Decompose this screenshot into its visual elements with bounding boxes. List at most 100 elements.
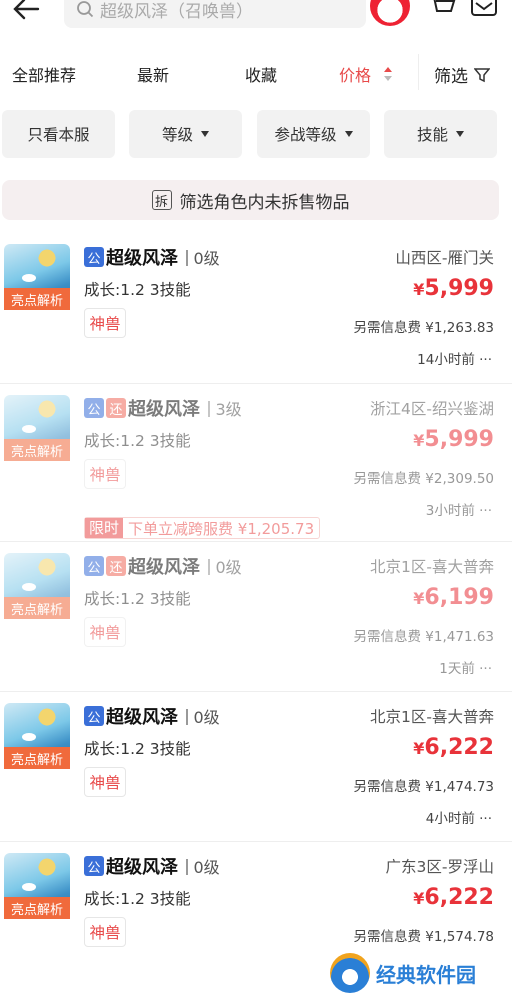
- filter-label: 筛选: [434, 67, 468, 87]
- chip-label: 等级: [161, 126, 193, 144]
- item-price: ¥6,222: [413, 885, 494, 910]
- beast-tag: 神兽: [84, 767, 126, 797]
- promo-badge: 限时 下单立减跨服费 ¥1,205.73: [84, 517, 321, 539]
- promo-tag: 限时: [85, 518, 124, 538]
- filter-button[interactable]: 筛选: [434, 62, 490, 87]
- highlight-badge[interactable]: 亮点解析: [4, 288, 70, 310]
- official-tag: 公: [84, 247, 104, 267]
- chip-label: 只看本服: [27, 126, 90, 144]
- item-growth: 成长:1.2 3技能: [84, 281, 191, 299]
- official-tag: 公: [84, 556, 104, 576]
- info-fee: 另需信息费 ¥1,574.78: [353, 929, 495, 945]
- item-level: 0级: [186, 854, 220, 878]
- row-divider: [0, 841, 512, 842]
- beast-tag: 神兽: [84, 617, 126, 647]
- chip-battle-level[interactable]: 参战等级: [257, 110, 370, 158]
- item-region: 浙江4区-绍兴鉴湖: [370, 400, 494, 418]
- top-bar: 超级风泽（召唤兽）: [0, 0, 512, 38]
- list-item[interactable]: 亮点解析 公还超级风泽 3级 成长:1.2 3技能神兽 浙江4区-绍兴鉴湖 ¥5,999 另…: [0, 395, 512, 545]
- item-time: 1天前 ···: [439, 661, 492, 677]
- item-title: 超级风泽: [128, 557, 200, 578]
- item-region: 山西区-雁门关: [395, 249, 494, 267]
- item-level: 0级: [186, 245, 220, 269]
- item-level: 3级: [208, 396, 242, 420]
- dropdown-icon: [344, 131, 353, 137]
- item-growth: 成长:1.2 3技能: [84, 432, 191, 450]
- item-price: ¥6,222: [413, 735, 494, 760]
- info-fee: 另需信息费 ¥2,309.50: [353, 471, 495, 487]
- message-icon[interactable]: [470, 0, 498, 20]
- filter-chips: 只看本服 等级 参战等级 技能: [0, 110, 512, 158]
- search-bar[interactable]: 超级风泽（召唤兽）: [64, 0, 366, 28]
- chip-label: 技能: [416, 126, 448, 144]
- watermark-text: 经典软件园: [376, 962, 476, 987]
- price-value: 5,999: [424, 427, 494, 452]
- item-growth: 成长:1.2 3技能: [84, 890, 191, 908]
- highlight-badge[interactable]: 亮点解析: [4, 747, 70, 769]
- row-divider: [0, 691, 512, 692]
- search-placeholder: 超级风泽（召唤兽）: [100, 1, 253, 22]
- sort-arrows-icon: [384, 67, 392, 81]
- item-time: 3小时前 ···: [425, 503, 492, 519]
- back-arrow-icon[interactable]: [10, 0, 44, 26]
- tab-price[interactable]: 价格: [339, 62, 371, 86]
- highlight-badge[interactable]: 亮点解析: [4, 897, 70, 919]
- item-level: 0级: [186, 704, 220, 728]
- dropdown-icon: [456, 131, 464, 137]
- price-value: 6,199: [424, 585, 494, 610]
- avatar[interactable]: [370, 0, 410, 26]
- search-icon: [77, 1, 94, 18]
- highlight-badge[interactable]: 亮点解析: [4, 597, 70, 619]
- item-level: 0级: [208, 554, 242, 578]
- filter-icon: [474, 67, 490, 82]
- info-fee: 另需信息费 ¥1,474.73: [353, 779, 495, 795]
- info-fee: 另需信息费 ¥1,471.63: [353, 629, 495, 645]
- item-price: ¥6,199: [413, 585, 494, 610]
- beast-tag: 神兽: [84, 917, 126, 947]
- promo-text: 下单立减跨服费 ¥1,205.73: [128, 519, 315, 538]
- split-icon: 拆: [151, 190, 172, 210]
- highlight-badge[interactable]: 亮点解析: [4, 439, 70, 461]
- bargain-tag: 还: [106, 398, 126, 418]
- price-value: 6,222: [424, 885, 494, 910]
- item-time: 4小时前 ···: [425, 811, 492, 827]
- watermark: 经典软件园: [330, 952, 510, 994]
- watermark-logo-icon: [330, 953, 370, 993]
- info-fee: 另需信息费 ¥1,263.83: [353, 320, 495, 336]
- tab-newest[interactable]: 最新: [137, 62, 169, 86]
- item-region: 广东3区-罗浮山: [385, 858, 494, 876]
- item-region: 北京1区-喜大普奔: [370, 708, 494, 726]
- item-title: 超级风泽: [106, 707, 178, 728]
- chip-label: 参战等级: [274, 126, 337, 144]
- dropdown-icon: [201, 131, 209, 137]
- unsplit-items-banner[interactable]: 拆 筛选角色内未拆售物品: [2, 180, 499, 220]
- official-tag: 公: [84, 398, 104, 418]
- item-growth: 成长:1.2 3技能: [84, 740, 191, 758]
- item-price: ¥5,999: [413, 276, 494, 301]
- beast-tag: 神兽: [84, 308, 126, 338]
- price-value: 5,999: [424, 276, 494, 301]
- cart-icon[interactable]: [428, 0, 456, 20]
- row-divider: [0, 383, 512, 384]
- bargain-tag: 还: [106, 556, 126, 576]
- price-value: 6,222: [424, 735, 494, 760]
- item-region: 北京1区-喜大普奔: [370, 558, 494, 576]
- list-item[interactable]: 亮点解析 公超级风泽 0级成长:1.2 3技能神兽 山西区-雁门关 ¥5,999 另需信息…: [0, 244, 512, 394]
- item-title: 超级风泽: [106, 857, 178, 878]
- item-price: ¥5,999: [413, 427, 494, 452]
- chip-this-server[interactable]: 只看本服: [2, 110, 115, 158]
- item-title: 超级风泽: [106, 248, 178, 269]
- row-divider: [0, 541, 512, 542]
- divider: [418, 54, 419, 90]
- banner-text: 筛选角色内未拆售物品: [179, 192, 350, 213]
- chip-level[interactable]: 等级: [129, 110, 242, 158]
- beast-tag: 神兽: [84, 459, 126, 489]
- tab-favorites[interactable]: 收藏: [245, 62, 277, 86]
- chip-skill[interactable]: 技能: [384, 110, 497, 158]
- list-item[interactable]: 亮点解析 公超级风泽 0级成长:1.2 3技能神兽 北京1区-喜大普奔 ¥6,222 另需…: [0, 703, 512, 853]
- item-title: 超级风泽: [128, 399, 200, 420]
- item-growth: 成长:1.2 3技能: [84, 590, 191, 608]
- official-tag: 公: [84, 706, 104, 726]
- tab-all-recommended[interactable]: 全部推荐: [12, 62, 76, 86]
- list-item[interactable]: 亮点解析 公还超级风泽 0级 成长:1.2 3技能神兽 北京1区-喜大普奔 ¥6,199 另…: [0, 553, 512, 703]
